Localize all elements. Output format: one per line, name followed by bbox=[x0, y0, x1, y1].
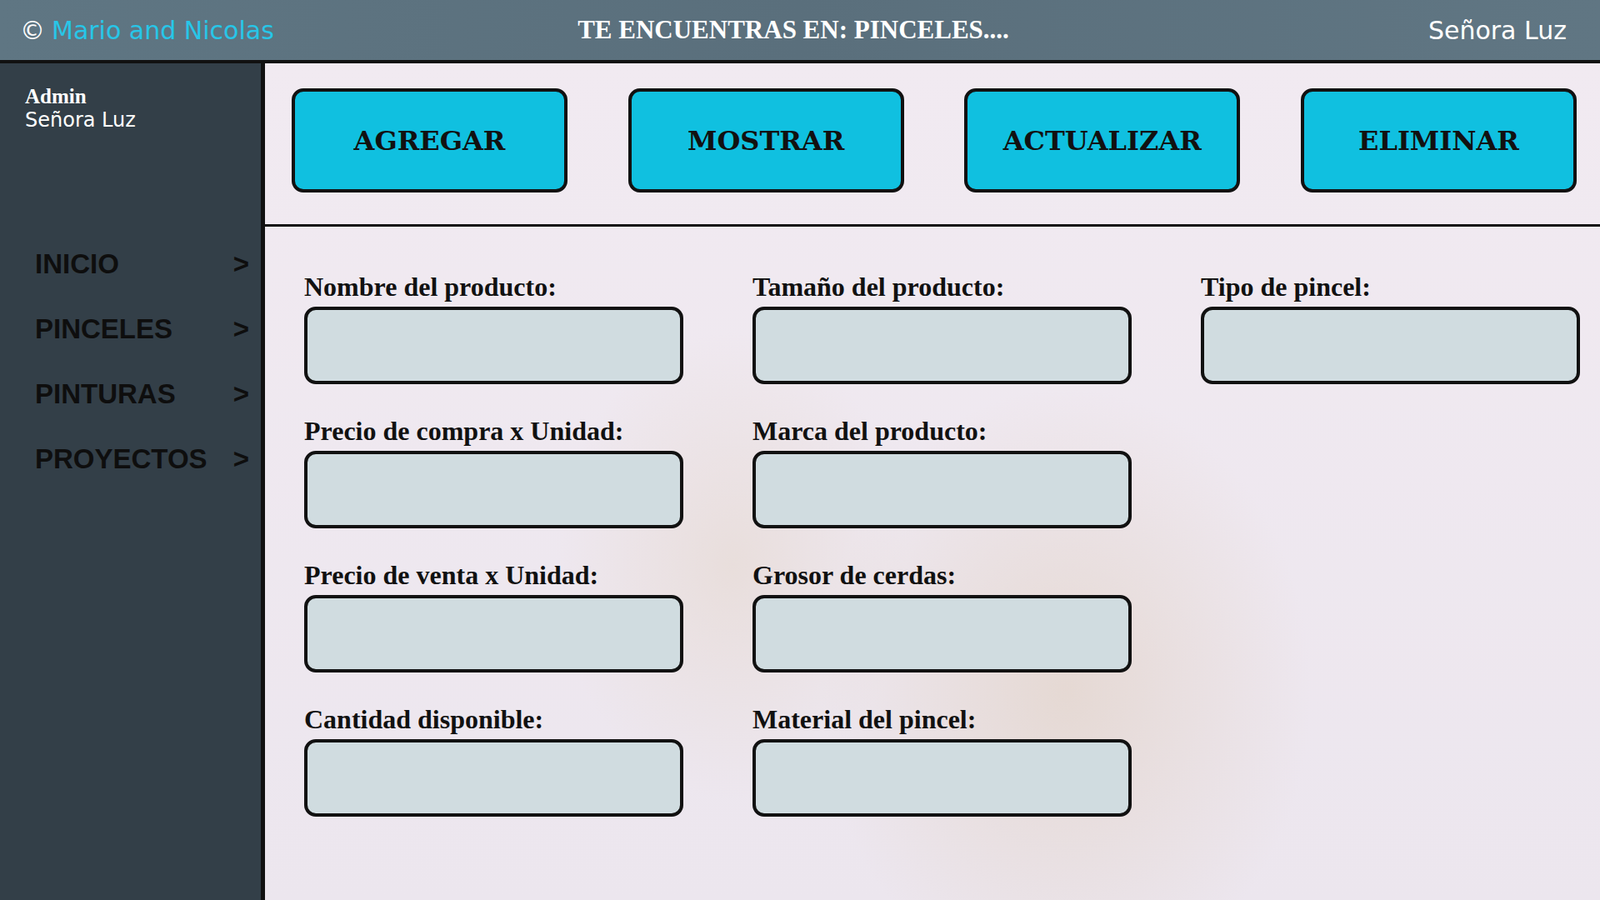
form-field: Grosor de cerdas: bbox=[752, 558, 1132, 673]
form-field: Tipo de pincel: bbox=[1200, 270, 1580, 385]
field-label: Precio de compra x Unidad: bbox=[304, 414, 684, 448]
text-input[interactable] bbox=[752, 306, 1132, 385]
toolbar: AGREGAR MOSTRAR ACTUALIZAR ELIMINAR bbox=[265, 63, 1600, 227]
field-label: Grosor de cerdas: bbox=[752, 558, 1132, 592]
text-input[interactable] bbox=[304, 450, 684, 529]
sidebar-item-label: PINCELES bbox=[35, 313, 173, 345]
chevron-icon: > bbox=[233, 248, 250, 280]
field-label: Cantidad disponible: bbox=[304, 702, 684, 736]
field-label: Tamaño del producto: bbox=[752, 270, 1132, 304]
sidebar-item-label: INICIO bbox=[35, 248, 120, 280]
text-input[interactable] bbox=[304, 739, 684, 817]
body: AdminSeñora Luz INICIO > PINCELES > PINTURAS >… bbox=[0, 63, 1600, 900]
brand-name: Mario and Nicolas bbox=[51, 15, 275, 45]
form-field: Precio de venta x Unidad: bbox=[304, 558, 684, 673]
field-label: Marca del producto: bbox=[752, 414, 1132, 448]
form-column: Nombre del producto: Precio de compra x U… bbox=[304, 270, 684, 817]
action-button[interactable]: ELIMINAR bbox=[1300, 88, 1577, 193]
text-input[interactable] bbox=[1200, 306, 1580, 385]
field-label: Precio de venta x Unidad: bbox=[304, 558, 684, 592]
sidebar-item-label: PROYECTOS bbox=[35, 443, 208, 475]
sidebar-item[interactable]: PINCELES > bbox=[25, 313, 250, 345]
admin-role: Admin bbox=[25, 85, 250, 109]
action-button[interactable]: AGREGAR bbox=[291, 88, 568, 193]
form-field: Tamaño del producto: bbox=[752, 270, 1132, 385]
action-button[interactable]: MOSTRAR bbox=[628, 88, 905, 193]
field-label: Material del pincel: bbox=[752, 702, 1132, 736]
form-field: Precio de compra x Unidad: bbox=[304, 414, 684, 529]
product-form: Nombre del producto: Precio de compra x U… bbox=[265, 226, 1600, 817]
chevron-icon: > bbox=[233, 378, 250, 410]
text-input[interactable] bbox=[304, 595, 684, 673]
chevron-icon: > bbox=[233, 313, 250, 345]
sidebar-item[interactable]: INICIO > bbox=[25, 248, 250, 280]
top-bar: ©Mario and NicolasTE ENCUENTRAS EN: PINC… bbox=[0, 0, 1600, 64]
text-input[interactable] bbox=[752, 450, 1132, 529]
brand: ©Mario and Nicolas bbox=[20, 15, 578, 45]
user-name: Señora Luz bbox=[1428, 15, 1567, 45]
breadcrumb: TE ENCUENTRAS EN: PINCELES.... bbox=[577, 15, 1010, 45]
field-label: Nombre del producto: bbox=[304, 270, 684, 304]
text-input[interactable] bbox=[752, 739, 1132, 817]
action-button[interactable]: ACTUALIZAR bbox=[964, 88, 1240, 193]
sidebar-item[interactable]: PINTURAS > bbox=[25, 378, 250, 410]
form-column: Tipo de pincel: bbox=[1200, 270, 1580, 385]
form-column: Tamaño del producto: Marca del producto: G… bbox=[752, 270, 1132, 817]
form-field: Material del pincel: bbox=[752, 702, 1132, 817]
app: ©Mario and NicolasTE ENCUENTRAS EN: PINC… bbox=[0, 0, 1600, 900]
sidebar-item-label: PINTURAS bbox=[35, 378, 176, 410]
main-panel: AGREGAR MOSTRAR ACTUALIZAR ELIMINAR Nombre d… bbox=[265, 63, 1600, 900]
copyright: © bbox=[20, 15, 45, 45]
sidebar: AdminSeñora Luz INICIO > PINCELES > PINTURAS >… bbox=[0, 63, 265, 900]
sidebar-nav: INICIO > PINCELES > PINTURAS > PROYECTOS > bbox=[25, 248, 250, 475]
form-field: Cantidad disponible: bbox=[304, 702, 684, 817]
text-input[interactable] bbox=[304, 306, 684, 385]
form-field: Nombre del producto: bbox=[304, 270, 684, 385]
text-input[interactable] bbox=[752, 595, 1132, 673]
form-field: Marca del producto: bbox=[752, 414, 1132, 529]
chevron-icon: > bbox=[233, 443, 250, 475]
admin-name: Señora Luz bbox=[25, 108, 250, 132]
sidebar-item[interactable]: PROYECTOS > bbox=[25, 443, 250, 475]
field-label: Tipo de pincel: bbox=[1200, 270, 1580, 304]
